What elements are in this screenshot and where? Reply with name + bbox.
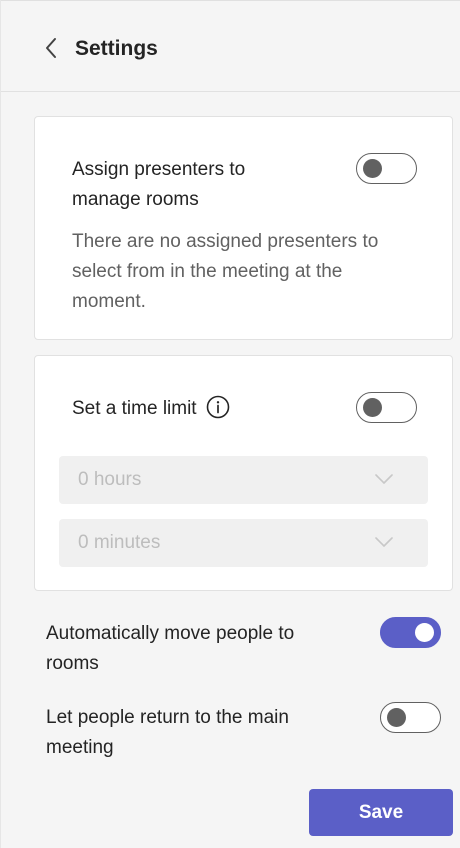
toggle-knob [363, 398, 382, 417]
return-main-label-line1: Let people return to the main [46, 707, 289, 728]
time-limit-label: Set a time limit [72, 398, 197, 419]
description-line1: There are no assigned presenters to [72, 231, 379, 252]
back-button[interactable] [37, 34, 65, 62]
toggle-knob [363, 159, 382, 178]
minutes-value: 0 minutes [78, 532, 161, 553]
return-main-label-line2: meeting [46, 737, 114, 758]
return-main-label: Let people return to the main meeting [46, 703, 289, 763]
time-limit-label-row: Set a time limit [72, 394, 230, 424]
settings-panel: Settings Assign presenters to manage roo… [0, 0, 460, 848]
description-line2: select from in the meeting at the [72, 261, 343, 282]
minutes-dropdown[interactable]: 0 minutes [59, 519, 428, 567]
hours-dropdown[interactable]: 0 hours [59, 456, 428, 504]
top-divider [1, 0, 460, 1]
chevron-left-icon [46, 38, 56, 58]
chevron-down-icon [375, 537, 393, 547]
toggle-knob [387, 708, 406, 727]
time-limit-toggle[interactable] [356, 392, 417, 423]
save-button[interactable]: Save [309, 789, 453, 836]
assign-presenters-description: There are no assigned presenters to sele… [72, 227, 378, 317]
panel-header: Settings [1, 0, 460, 92]
assign-presenters-label-line2: manage rooms [72, 189, 199, 210]
auto-move-toggle[interactable] [380, 617, 441, 648]
page-title: Settings [75, 37, 158, 60]
return-main-toggle[interactable] [380, 702, 441, 733]
chevron-down-icon [375, 474, 393, 484]
assign-presenters-label: Assign presenters to manage rooms [72, 155, 245, 215]
assign-presenters-toggle[interactable] [356, 153, 417, 184]
time-limit-card: Set a time limit 0 hours 0 minutes [34, 355, 453, 591]
auto-move-label-line2: rooms [46, 653, 99, 674]
auto-move-label-line1: Automatically move people to [46, 623, 295, 644]
assign-presenters-card: Assign presenters to manage rooms There … [34, 116, 453, 340]
auto-move-label: Automatically move people to rooms [46, 619, 294, 679]
assign-presenters-label-line1: Assign presenters to [72, 159, 246, 180]
info-icon[interactable] [206, 395, 230, 419]
hours-value: 0 hours [78, 469, 142, 490]
toggle-knob [415, 623, 434, 642]
description-line3: moment. [72, 291, 146, 312]
